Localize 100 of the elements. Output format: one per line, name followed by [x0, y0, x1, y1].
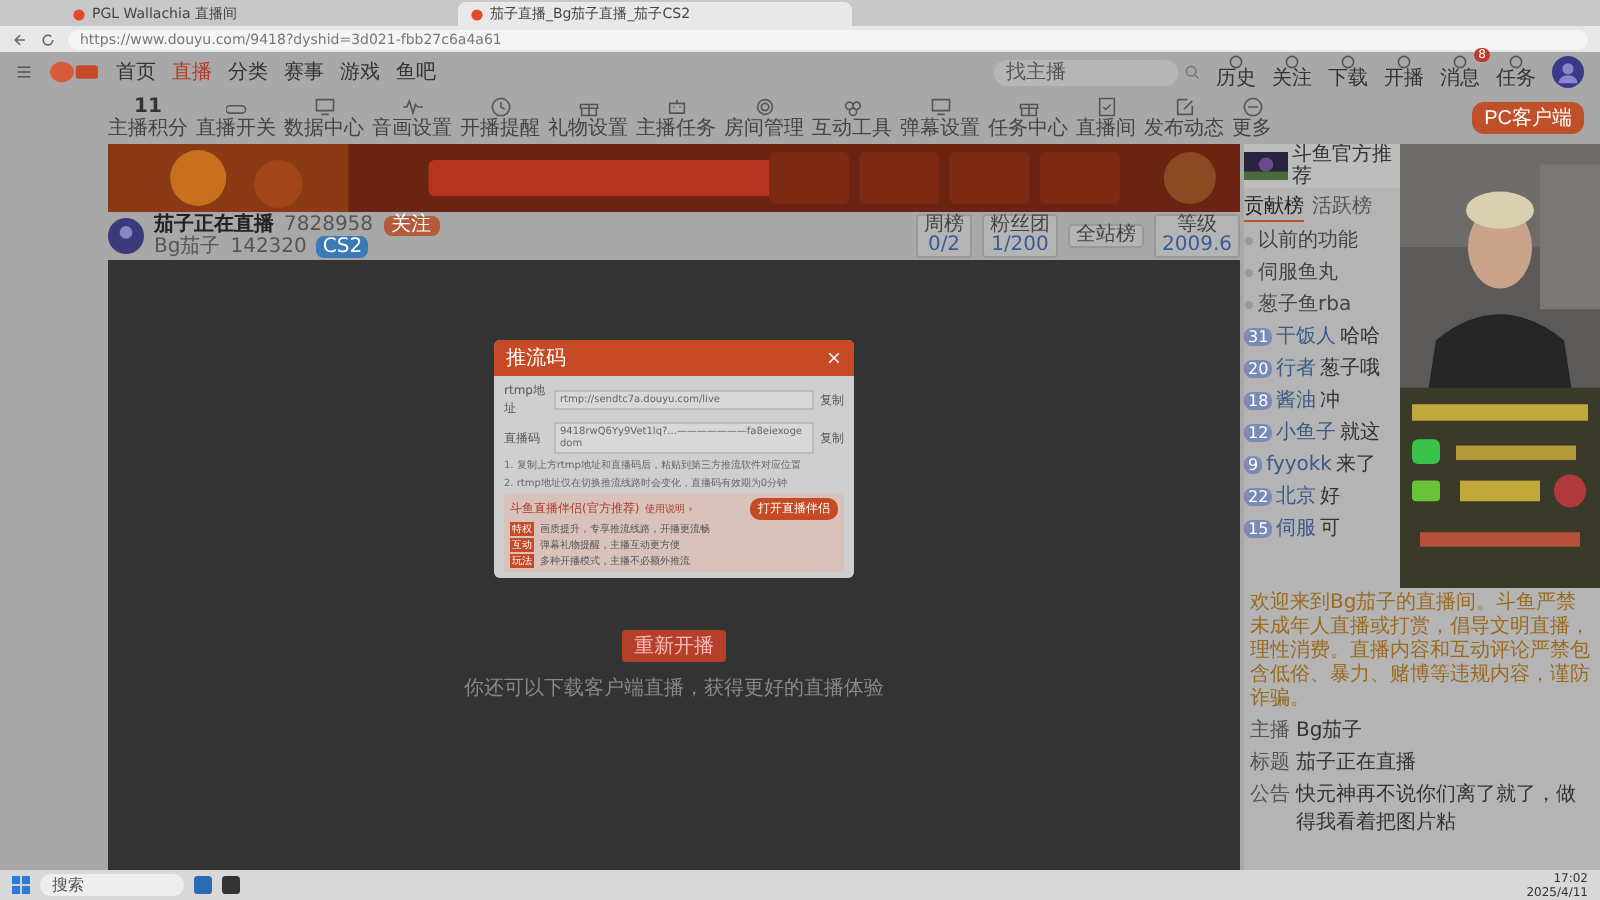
search-icon[interactable]: [1184, 64, 1200, 80]
chat-message: 来了: [1335, 451, 1376, 478]
pin-icon: [1244, 267, 1254, 277]
tool-label[interactable]: 音画设置: [372, 118, 452, 140]
nav-link[interactable]: 鱼吧: [396, 58, 436, 86]
user-name[interactable]: 伺服: [1276, 514, 1317, 542]
pinned-message[interactable]: 葱子鱼rba: [1258, 290, 1352, 318]
nav-icon[interactable]: [1508, 54, 1524, 70]
tool-label[interactable]: 开播提醒: [460, 118, 540, 140]
douyu-logo-icon: [470, 7, 484, 21]
stat-card[interactable]: 粉丝团 1/200: [982, 214, 1058, 258]
nav-link[interactable]: 游戏: [340, 58, 380, 86]
tool-label[interactable]: 发布动态: [1144, 118, 1224, 140]
avatar-icon[interactable]: [108, 218, 144, 254]
avatar-icon[interactable]: [1552, 56, 1584, 88]
chat-message: 葱子哦: [1320, 355, 1381, 382]
search-field[interactable]: 找主播: [994, 59, 1178, 85]
nav-link[interactable]: 赛事: [284, 58, 324, 86]
user-name[interactable]: 北京: [1276, 482, 1317, 510]
reload-icon[interactable]: [40, 31, 56, 47]
robot-icon[interactable]: [665, 96, 687, 118]
clock-icon[interactable]: [489, 96, 511, 118]
check-icon[interactable]: [1095, 96, 1117, 118]
tool-label[interactable]: 任务中心: [988, 118, 1068, 140]
user-name[interactable]: 酱油: [1276, 386, 1317, 414]
restart-button[interactable]: 重新开播: [622, 630, 726, 662]
menu-icon[interactable]: [16, 64, 32, 80]
pinned-message[interactable]: 以前的功能: [1258, 226, 1358, 254]
nav-label[interactable]: 下载: [1328, 70, 1368, 90]
windows-logo-icon[interactable]: [12, 876, 30, 894]
pinned-message[interactable]: 伺服鱼丸: [1258, 258, 1338, 286]
info-label: 主播: [1250, 717, 1290, 744]
notice-text: 欢迎来到Bg茄子的直播间。斗鱼严禁未成年人直播或打赏，倡导文明直播，理性消费。直播内容和互动评论严禁包含低俗、暴力、赌博等违规内容，谨防诈骗。: [1248, 592, 1592, 712]
chat-tab[interactable]: 活跃榜: [1312, 192, 1372, 222]
nav-label[interactable]: 开播: [1384, 70, 1424, 90]
back-icon[interactable]: [12, 31, 28, 47]
user-name[interactable]: fyyokk: [1266, 453, 1332, 475]
chat-tab[interactable]: 贡献榜: [1244, 192, 1304, 222]
more-icon[interactable]: [1241, 96, 1263, 118]
user-name[interactable]: 干饭人: [1276, 322, 1337, 350]
info-text: 茄子正在直播: [1296, 749, 1416, 776]
pc-client-button[interactable]: PC客户端: [1472, 102, 1584, 134]
tool-label[interactable]: 主播积分: [108, 118, 188, 140]
screen-icon[interactable]: [929, 96, 951, 118]
room-title: 茄子正在直播: [154, 214, 274, 236]
date-number: 11: [134, 96, 162, 118]
wave-icon[interactable]: [401, 96, 423, 118]
tool-label[interactable]: 礼物设置: [548, 118, 628, 140]
stat-card[interactable]: 全站榜: [1068, 224, 1144, 248]
tool-label[interactable]: 直播间: [1076, 118, 1136, 140]
stat-card[interactable]: 周榜 0/2: [916, 214, 972, 258]
hint-text: 你还可以下载客户端直播，获得更好的直播体验: [464, 675, 884, 702]
level-badge: 18: [1244, 391, 1273, 409]
info-text: Bg茄子: [1296, 717, 1363, 744]
info-label: 公告: [1250, 781, 1290, 810]
close-icon[interactable]: [826, 350, 842, 366]
level-badge: 20: [1244, 359, 1273, 377]
fish-logo-icon[interactable]: [48, 60, 100, 84]
nav-link[interactable]: 直播: [172, 58, 212, 86]
nav-label[interactable]: 关注: [1272, 70, 1312, 90]
level-badge: 31: [1244, 327, 1273, 345]
nav-icon[interactable]: [1284, 54, 1300, 70]
nav-label[interactable]: 历史: [1216, 70, 1256, 90]
nav-icon[interactable]: [1340, 54, 1356, 70]
search-field[interactable]: 搜索: [40, 874, 184, 896]
screen-icon[interactable]: [313, 96, 335, 118]
room-number: 7828958: [284, 214, 374, 236]
info-text: 快元神再不说你们离了就了，做得我看着把图片粘: [1296, 781, 1578, 836]
nav-label[interactable]: 消息: [1440, 70, 1480, 90]
tool-label[interactable]: 直播开关: [196, 118, 276, 140]
nav-icon[interactable]: [1228, 54, 1244, 70]
follow-button[interactable]: 关注: [383, 215, 440, 235]
nav-link[interactable]: 分类: [228, 58, 268, 86]
nav-link[interactable]: 首页: [116, 58, 156, 86]
chat-message: 就这: [1340, 419, 1381, 446]
chat-message: 哈哈: [1340, 324, 1381, 350]
tool-label[interactable]: 互动工具: [812, 118, 892, 140]
dialog-title: 推流码: [506, 345, 566, 372]
edit-icon[interactable]: [1173, 96, 1195, 118]
pin-icon: [1244, 235, 1254, 245]
tool-label[interactable]: 主播任务: [636, 118, 716, 140]
pin-icon: [1244, 299, 1254, 309]
info-label: 标题: [1250, 749, 1290, 776]
nav-label[interactable]: 任务: [1496, 70, 1536, 90]
tool-label[interactable]: 更多: [1232, 118, 1272, 140]
tool-label[interactable]: 弹幕设置: [900, 118, 980, 140]
host-name[interactable]: Bg茄子: [154, 236, 221, 258]
user-name[interactable]: 小鱼子: [1276, 418, 1337, 446]
circles-icon[interactable]: [841, 96, 863, 118]
chat-message: 好: [1320, 484, 1341, 510]
level-badge: 12: [1244, 423, 1273, 441]
tool-label[interactable]: 数据中心: [284, 118, 364, 140]
nav-icon[interactable]: [1452, 54, 1468, 70]
user-name[interactable]: 行者: [1276, 354, 1317, 382]
view-count: 142320: [230, 236, 307, 258]
nav-icon[interactable]: [1396, 54, 1412, 70]
gear-icon[interactable]: [753, 96, 775, 118]
stat-card[interactable]: 等级 2009.6: [1154, 214, 1240, 258]
tool-label[interactable]: 房间管理: [724, 118, 804, 140]
category-tag[interactable]: CS2: [316, 236, 369, 258]
